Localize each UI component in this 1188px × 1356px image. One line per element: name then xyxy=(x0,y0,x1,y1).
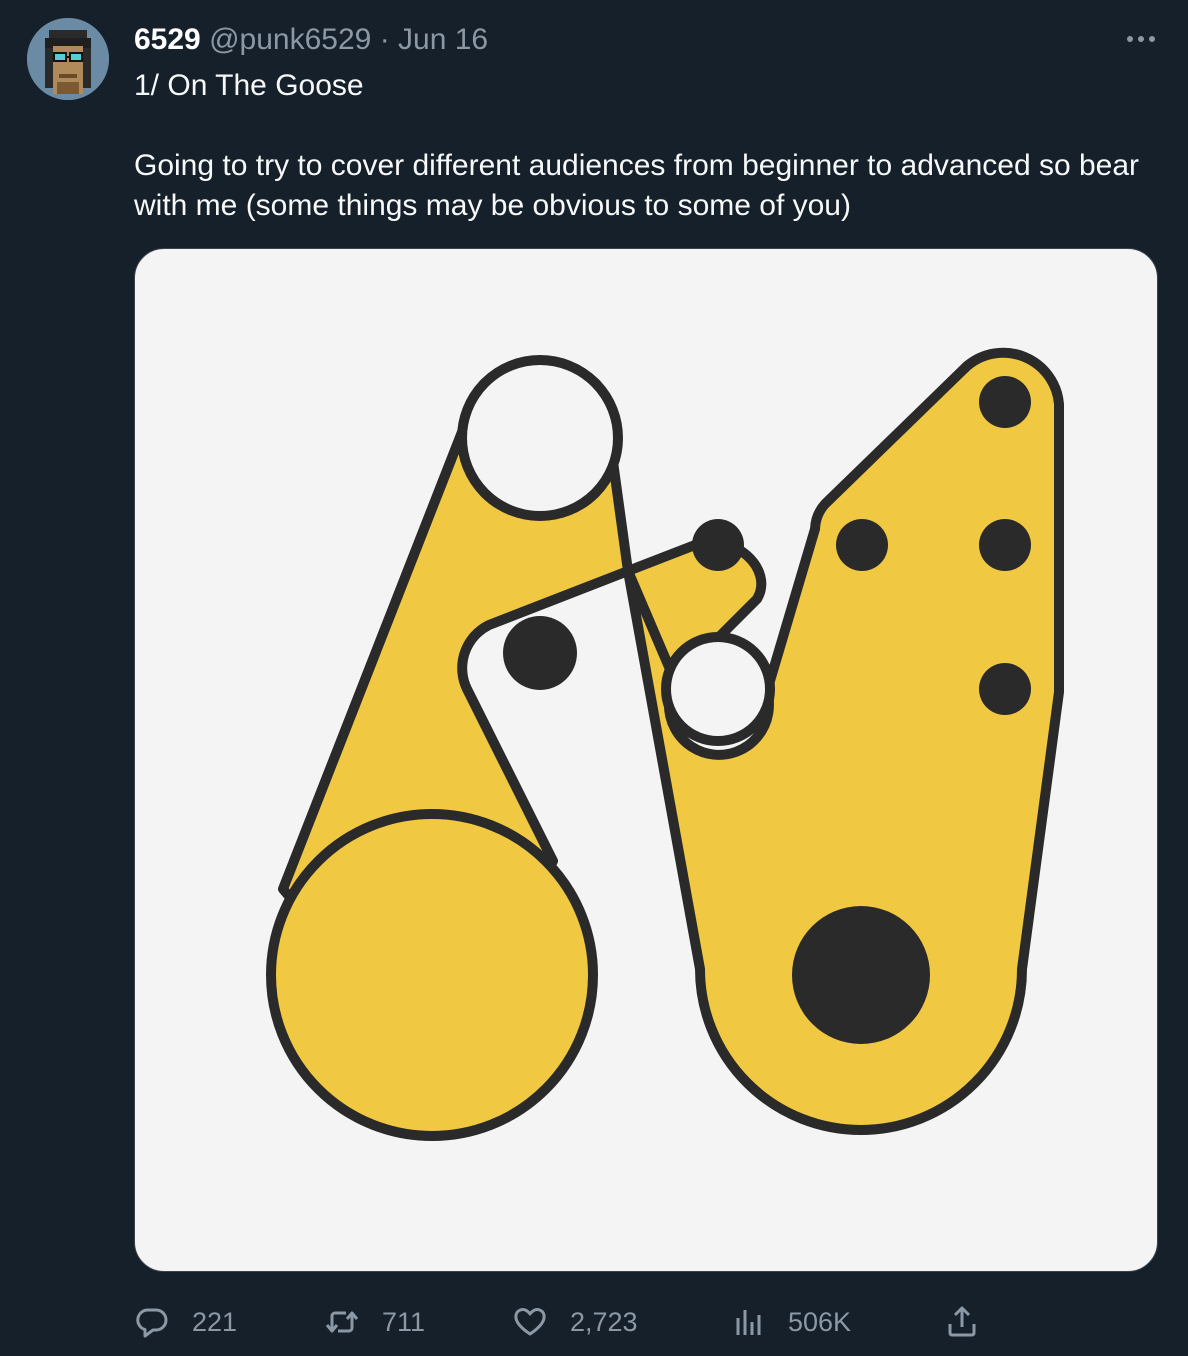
user-handle[interactable]: @punk6529 xyxy=(209,23,371,56)
avatar[interactable] xyxy=(27,18,109,100)
heart-icon xyxy=(514,1308,546,1336)
tweet-text: 1/ On The Goose Going to try to cover di… xyxy=(134,66,1144,226)
tweet-date[interactable]: Jun 16 xyxy=(398,23,488,56)
views-chart-icon xyxy=(736,1310,761,1335)
retweet-button[interactable]: 711 xyxy=(324,1300,425,1344)
separator-dot: · xyxy=(379,23,390,56)
more-options-button[interactable] xyxy=(1124,26,1158,52)
tweet-text-line-1: 1/ On The Goose xyxy=(134,69,364,102)
display-name[interactable]: 6529 xyxy=(134,23,201,56)
more-horizontal-icon xyxy=(1127,36,1155,42)
views-button[interactable]: 506K xyxy=(730,1300,851,1344)
tweet-media-image[interactable] xyxy=(134,248,1158,1272)
tweet-header: 6529 @punk6529 · Jun 16 xyxy=(134,22,488,58)
punk-avatar-image xyxy=(27,18,109,100)
like-button[interactable]: 2,723 xyxy=(512,1300,638,1344)
tweet: 6529 @punk6529 · Jun 16 1/ On The Goose … xyxy=(0,0,1188,1356)
reply-button[interactable]: 221 xyxy=(134,1300,237,1344)
goose-logo-graphic xyxy=(266,347,1064,1141)
like-count: 2,723 xyxy=(570,1306,638,1337)
retweet-count: 711 xyxy=(382,1306,426,1337)
share-icon xyxy=(948,1306,976,1337)
tweet-actions-bar: 221 711 2,723 506K xyxy=(134,1300,1144,1344)
views-count: 506K xyxy=(788,1306,852,1337)
share-button[interactable] xyxy=(944,1300,980,1344)
reply-icon xyxy=(136,1308,168,1338)
tweet-text-line-2: Going to try to cover different audience… xyxy=(134,149,1140,222)
reply-count: 221 xyxy=(192,1306,238,1337)
retweet-icon xyxy=(325,1311,359,1333)
